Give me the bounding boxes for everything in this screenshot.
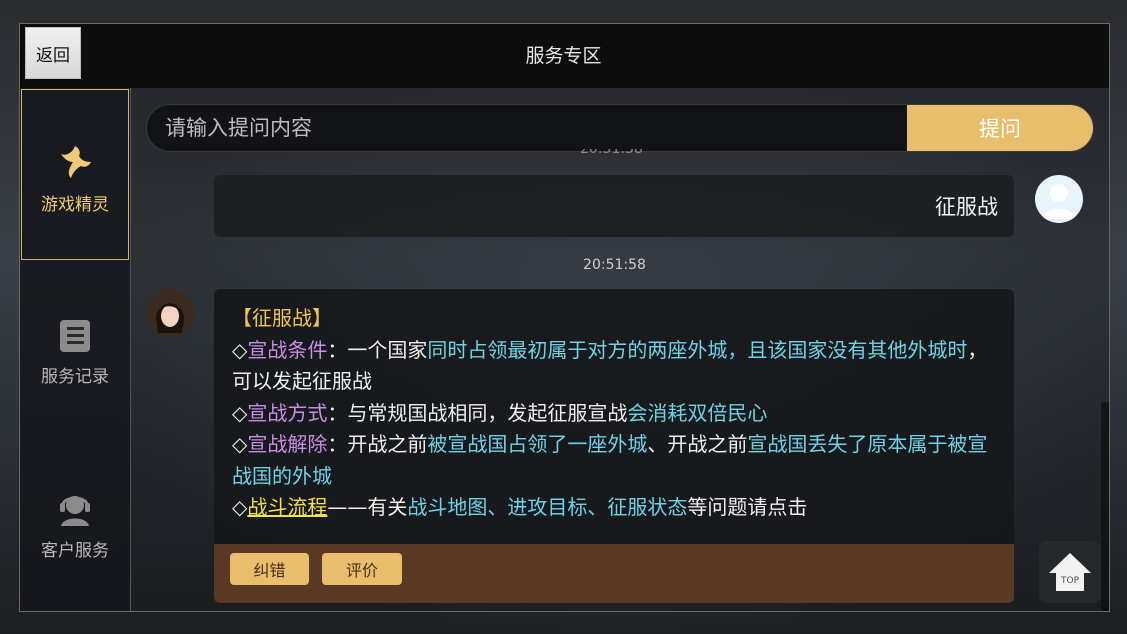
bot-message-bubble: 【征服战】 ◇宣战条件：一个国家同时占领最初属于对方的两座外城，且该国家没有其他… (214, 289, 1014, 603)
user-avatar-icon (1043, 184, 1075, 219)
bullet: ◇ (232, 400, 248, 425)
highlight-segment: 同时占领最初属于对方的两座外城，且该国家没有其他外城时 (427, 337, 968, 362)
keyword-declare-cancel[interactable]: 宣战解除 (247, 432, 327, 456)
text-segment: ：与常规国战相同，发起征服宣战 (327, 400, 628, 425)
message-timestamp: 20:51:58 (583, 257, 646, 273)
sidebar: 游戏精灵 服务记录 客户服务 (20, 88, 131, 611)
customer-service-icon (60, 496, 90, 526)
bot-avatar (146, 289, 194, 337)
correct-button[interactable]: 纠错 (230, 553, 309, 585)
bullet: ◇ (232, 337, 248, 362)
sidebar-item-label: 客户服务 (41, 541, 109, 561)
page-title: 服务专区 (525, 45, 602, 67)
top-label: TOP (1060, 576, 1080, 586)
text-segment: 等问题请点击 (687, 495, 808, 519)
bot-message-footer: 纠错 评价 (214, 544, 1014, 603)
text-segment: ：开战之前 (327, 432, 428, 456)
sidebar-item-label: 服务记录 (41, 367, 109, 387)
highlight-segment: 会消耗双倍民心 (627, 400, 768, 425)
sidebar-item-game-sprite[interactable]: 游戏精灵 (21, 89, 129, 260)
search-bar: 提问 (146, 104, 1094, 152)
highlight-segment: 战斗地图、进攻目标、征服状态 (407, 495, 688, 519)
text-segment: ——有关 (327, 495, 408, 519)
records-icon (60, 320, 90, 352)
keyword-declare-method[interactable]: 宣战方式 (247, 401, 327, 425)
sidebar-item-customer-service[interactable]: 客户服务 (20, 490, 130, 561)
scroll-top-button[interactable]: TOP (1039, 541, 1101, 603)
user-message-bubble: 征服战 (214, 175, 1014, 237)
text-segment: 、开战之前 (647, 432, 748, 456)
highlight-segment: 被宣战国占领了一座外城 (427, 432, 648, 456)
text-segment: ：一个国家 (327, 337, 428, 362)
bot-title: 【征服战】 (232, 306, 332, 330)
battle-flow-link[interactable]: 战斗流程 (247, 495, 327, 519)
bullet: ◇ (232, 495, 248, 519)
sidebar-item-label: 游戏精灵 (41, 195, 109, 215)
game-sprite-avatar-icon (146, 289, 194, 337)
fairy-icon (61, 146, 91, 178)
keyword-declare-condition[interactable]: 宣战条件 (247, 338, 327, 362)
bot-message-body: 【征服战】 ◇宣战条件：一个国家同时占领最初属于对方的两座外城，且该国家没有其他… (232, 303, 1002, 524)
scrollbar[interactable] (1101, 402, 1109, 611)
question-input[interactable] (147, 105, 907, 151)
user-avatar (1035, 175, 1083, 223)
rate-button[interactable]: 评价 (322, 553, 402, 585)
house-arrow-icon: TOP (1049, 553, 1091, 591)
bullet: ◇ (232, 432, 248, 456)
user-message-text: 征服战 (935, 195, 998, 219)
ask-button[interactable]: 提问 (907, 105, 1093, 151)
sidebar-item-service-records[interactable]: 服务记录 (20, 318, 130, 387)
